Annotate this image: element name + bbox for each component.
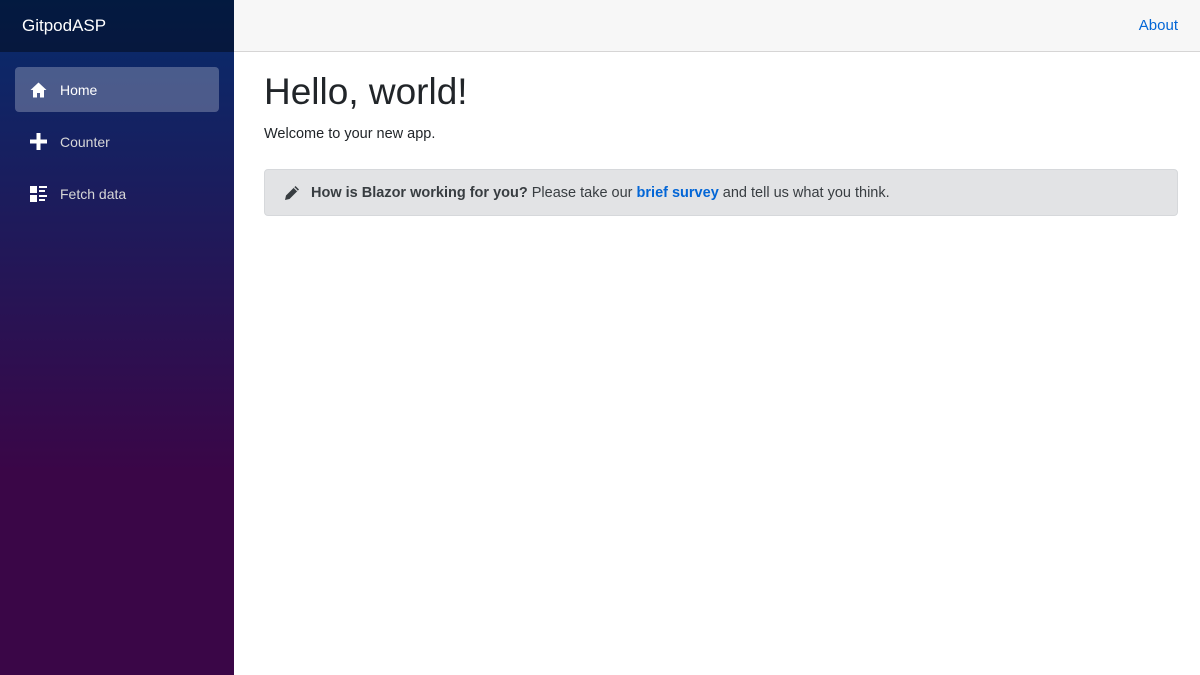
survey-question: How is Blazor working for you? — [311, 184, 528, 201]
home-icon — [29, 81, 47, 99]
survey-text: How is Blazor working for you? Please ta… — [311, 185, 890, 201]
main-area: About Hello, world! Welcome to your new … — [234, 0, 1200, 675]
survey-prefix: Please take our — [527, 184, 637, 201]
sidebar-item-counter[interactable]: Counter — [15, 119, 219, 164]
brand-link[interactable]: GitpodASP — [22, 16, 106, 36]
list-rich-icon — [29, 185, 47, 203]
about-link[interactable]: About — [1139, 17, 1178, 34]
page-title: Hello, world! — [264, 71, 468, 112]
sidebar-item-label: Counter — [60, 133, 110, 150]
sidebar-nav: Home Counter Fetch data — [0, 52, 234, 216]
survey-suffix: and tell us what you think. — [718, 184, 890, 201]
sidebar-item-fetch-data[interactable]: Fetch data — [15, 171, 219, 216]
brand-bar: GitpodASP — [0, 0, 234, 52]
plus-icon — [29, 133, 47, 151]
top-row: About — [234, 0, 1200, 52]
welcome-text: Welcome to your new app. — [264, 126, 436, 142]
pencil-icon — [284, 185, 300, 201]
sidebar: GitpodASP Home Counter Fetch data — [0, 0, 234, 675]
survey-alert: How is Blazor working for you? Please ta… — [264, 169, 1178, 216]
sidebar-item-home[interactable]: Home — [15, 67, 219, 112]
app-root: GitpodASP Home Counter Fetch data About … — [0, 0, 1200, 675]
sidebar-item-label: Home — [60, 81, 98, 98]
content: Hello, world! Welcome to your new app. H… — [234, 52, 1200, 216]
survey-link[interactable]: brief survey — [637, 185, 719, 201]
sidebar-item-label: Fetch data — [60, 185, 127, 202]
